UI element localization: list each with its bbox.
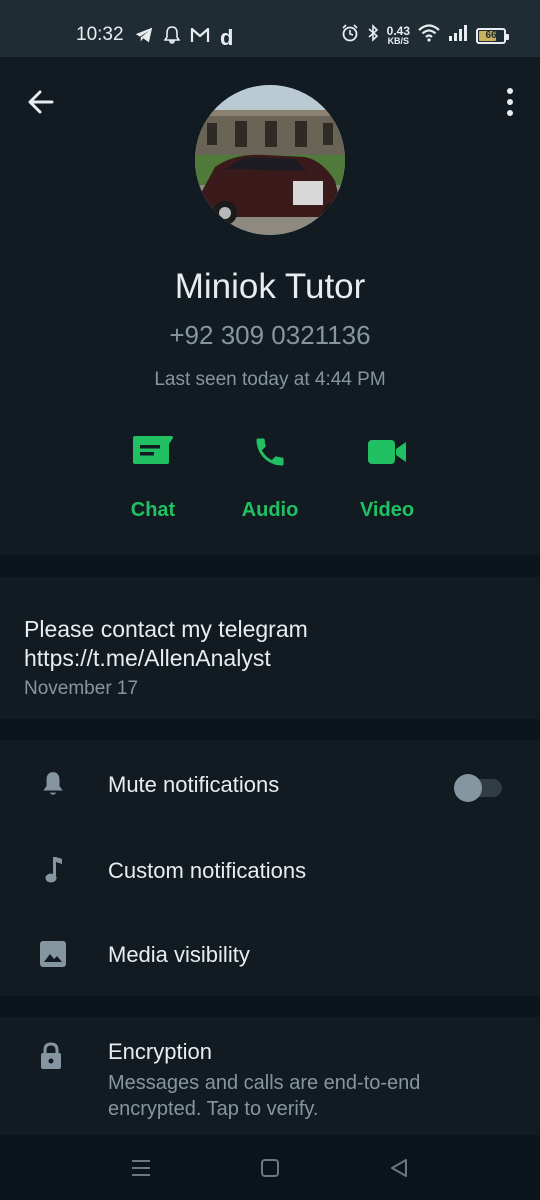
mute-notifications-row[interactable]: Mute notifications [0, 742, 540, 826]
menu-icon [132, 1160, 150, 1176]
mute-toggle[interactable] [454, 774, 502, 802]
notification-icons: d [134, 26, 233, 49]
triangle-back-icon [391, 1159, 407, 1177]
about-date: November 17 [24, 678, 139, 699]
gmail-icon [190, 27, 210, 48]
custom-notifications-row[interactable]: Custom notifications [0, 828, 540, 912]
alarm-icon [341, 24, 359, 47]
status-bar: 10:32 d 0.43 KB/S 66 [0, 0, 540, 57]
profile-header: Miniok Tutor +92 309 0321136 Last seen t… [0, 57, 540, 555]
lock-icon [41, 1042, 61, 1069]
more-options-button[interactable] [502, 85, 518, 119]
music-note-icon [45, 857, 62, 883]
avatar[interactable] [195, 85, 345, 235]
system-icons: 0.43 KB/S 66 [341, 24, 509, 47]
status-time: 10:32 [76, 24, 124, 45]
chat-button[interactable]: Chat [98, 427, 208, 522]
back-button[interactable] [24, 85, 58, 119]
signal-icon [448, 25, 468, 46]
bluetooth-icon [367, 24, 379, 47]
contact-phone: +92 309 0321136 [169, 320, 371, 350]
bell-icon [163, 26, 181, 49]
avatar-image [195, 85, 345, 235]
contact-name: Miniok Tutor [174, 267, 366, 306]
media-visibility-label: Media visibility [108, 942, 250, 967]
wifi-icon [418, 24, 440, 47]
about-section[interactable]: Please contact my telegram https://t.me/… [0, 577, 540, 719]
home-button[interactable] [257, 1155, 283, 1181]
image-icon [40, 941, 66, 967]
video-call-button[interactable]: Video [332, 427, 442, 522]
d-app-icon: d [220, 24, 234, 50]
custom-notifications-label: Custom notifications [108, 858, 307, 883]
encryption-title: Encryption [108, 1039, 212, 1064]
more-vert-icon [507, 88, 513, 116]
net-speed: 0.43 KB/S [386, 24, 410, 46]
video-label: Video [359, 499, 415, 521]
encryption-description: Messages and calls are end-to-end encryp… [108, 1072, 421, 1120]
telegram-link[interactable]: https://t.me/AllenAnalyst [24, 644, 516, 673]
bell-icon [43, 772, 63, 795]
system-nav-bar [0, 1135, 540, 1200]
chat-label: Chat [130, 499, 176, 521]
encryption-row[interactable]: Encryption Messages and calls are end-to… [0, 1017, 540, 1135]
last-seen-text: Last seen today at 4:44 PM [154, 369, 386, 390]
telegram-icon [134, 26, 154, 49]
about-text: Please contact my telegram https://t.me/… [24, 615, 516, 673]
system-back-button[interactable] [386, 1155, 412, 1181]
media-visibility-row[interactable]: Media visibility [0, 912, 540, 996]
chat-icon [133, 436, 173, 464]
notification-settings: Mute notifications Custom notifications … [0, 740, 540, 996]
phone-icon [256, 438, 284, 466]
back-arrow-icon [28, 90, 54, 114]
mute-notifications-label: Mute notifications [108, 772, 280, 797]
recents-button[interactable] [128, 1155, 154, 1181]
audio-call-button[interactable]: Audio [215, 427, 325, 522]
video-icon [368, 440, 406, 464]
audio-label: Audio [241, 499, 299, 521]
square-icon [261, 1159, 279, 1177]
battery-icon: 66 [476, 27, 509, 44]
